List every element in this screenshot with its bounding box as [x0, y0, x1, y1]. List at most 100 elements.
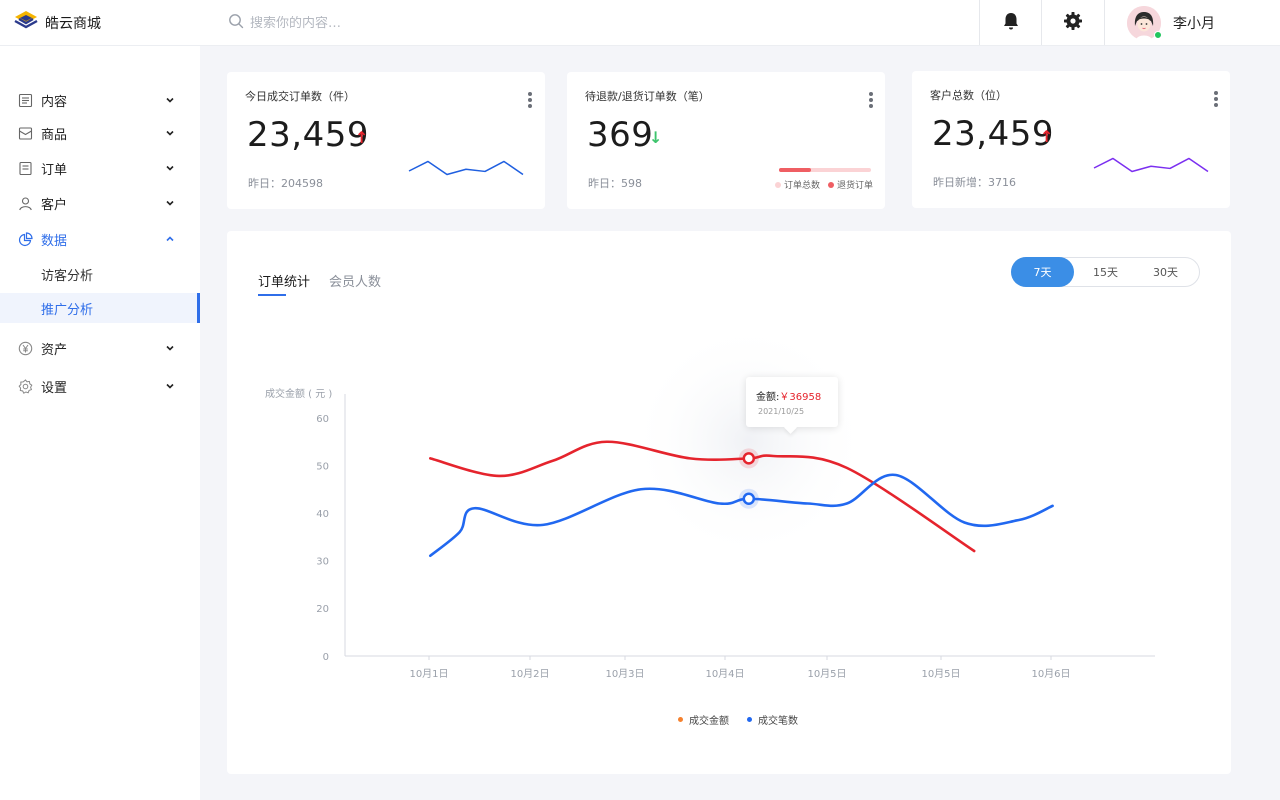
top-header: 皓云商城 搜索你的内容… 李小月: [0, 0, 1280, 46]
stat-card-refunds: 待退款/退货订单数（笔） 369 ↓ 昨日：598 订单总数 退货订单: [567, 72, 885, 209]
arrow-up-icon: ↑: [1040, 127, 1054, 146]
more-vertical-icon[interactable]: [869, 92, 873, 110]
sidebar-item-label: 商品: [41, 127, 68, 143]
chevron-down-icon: [164, 380, 176, 392]
avatar: [1127, 5, 1162, 40]
box-icon: [17, 125, 33, 141]
refund-progress-bar: [779, 168, 871, 172]
card-subtext: 昨日新增：3716: [933, 176, 1016, 189]
stat-card-customers: 客户总数（位） 23,459 ↑ 昨日新增：3716: [912, 71, 1230, 208]
card-value: 23,459: [932, 114, 1054, 154]
user-icon: [17, 195, 33, 211]
legend-item-amount: 成交金额: [678, 712, 729, 727]
sidebar-subitem-visitor-analysis[interactable]: 访客分析: [0, 259, 200, 289]
online-status-dot: [1154, 30, 1162, 39]
chart-tooltip: 金额:￥36958 2021/10/25: [746, 377, 838, 427]
sidebar-item-orders[interactable]: 订单: [0, 151, 200, 185]
chevron-down-icon: [164, 94, 176, 106]
stat-card-orders: 今日成交订单数（件） 23,459 ↑ 昨日：204598: [227, 72, 545, 209]
y-tick-label: 60: [316, 414, 329, 425]
pie-chart-icon: [17, 231, 33, 247]
y-tick-label: 40: [316, 509, 329, 520]
arrow-up-icon: ↑: [355, 128, 369, 147]
document-icon: [17, 92, 33, 108]
card-title: 今日成交订单数（件）: [245, 90, 355, 103]
legend-item-returns: 退货订单: [828, 178, 873, 191]
sidebar-subitem-promotion-analysis[interactable]: 推广分析: [0, 293, 200, 323]
app-logo[interactable]: 皓云商城: [14, 10, 101, 36]
gear-icon: [1063, 11, 1083, 35]
settings-button[interactable]: [1041, 0, 1103, 45]
x-tick-label: 10月2日: [510, 668, 549, 680]
chevron-down-icon: [164, 127, 176, 139]
card-value: 23,459: [247, 115, 369, 155]
notifications-button[interactable]: [979, 0, 1041, 45]
legend-label: 成交金额: [689, 716, 729, 727]
y-tick-label: 20: [316, 604, 329, 615]
sidebar-item-products[interactable]: 商品: [0, 116, 200, 150]
highlight-point: [742, 452, 756, 465]
y-tick-label: 30: [316, 557, 329, 568]
search-icon: [228, 13, 244, 33]
card-title: 客户总数（位）: [930, 89, 1007, 102]
x-tick-label: 10月4日: [705, 668, 744, 680]
user-name: 李小月: [1173, 15, 1215, 32]
bell-icon: [1001, 11, 1021, 35]
tooltip-value: ￥36958: [779, 392, 822, 403]
chevron-down-icon: [164, 342, 176, 354]
y-tick-label: 0: [323, 652, 329, 663]
arrow-down-icon: ↓: [649, 128, 663, 147]
chevron-down-icon: [164, 197, 176, 209]
sparkline-path: [408, 160, 524, 176]
chevron-up-icon: [164, 233, 176, 245]
x-tick-label: 10月3日: [605, 668, 644, 680]
y-tick-label: 50: [316, 462, 329, 473]
order-icon: [17, 160, 33, 176]
yen-icon: [17, 340, 33, 356]
settings-icon: [17, 378, 33, 394]
card-title: 待退款/退货订单数（笔）: [585, 90, 710, 103]
sidebar-item-assets[interactable]: 资产: [0, 331, 200, 365]
sidebar-item-label: 设置: [41, 380, 68, 396]
sparkline-chart: [1093, 157, 1209, 173]
card-value: 369: [587, 115, 654, 155]
order-stats-panel: 订单统计 会员人数 7天 15天 30天 成交金额 ( 元 ) 0 20 30 40 50…: [227, 231, 1231, 774]
sidebar-item-data[interactable]: 数据: [0, 222, 200, 256]
tooltip-label: 金额:￥36958: [756, 392, 822, 403]
sidebar-item-label: 资产: [41, 342, 68, 358]
highlight-glow: [628, 321, 869, 561]
user-menu[interactable]: 李小月: [1104, 0, 1280, 45]
highlight-point: [742, 492, 756, 505]
sidebar-item-customers[interactable]: 客户: [0, 186, 200, 220]
card-subtext: 昨日：598: [588, 177, 642, 190]
sparkline-chart: [408, 160, 524, 176]
legend-item-total: 订单总数: [775, 178, 820, 191]
card-subtext: 昨日：204598: [248, 177, 323, 190]
logo-icon: [14, 10, 38, 36]
legend-item-count: 成交笔数: [747, 712, 798, 727]
search-input[interactable]: [250, 15, 490, 31]
legend-marker: [678, 717, 683, 722]
sidebar-item-label: 订单: [41, 162, 68, 178]
x-tick-label: 10月1日: [409, 668, 448, 680]
sidebar-item-settings[interactable]: 设置: [0, 369, 200, 403]
sidebar-item-label: 内容: [41, 94, 68, 110]
x-tick-label: 10月5日: [921, 668, 960, 680]
more-vertical-icon[interactable]: [528, 92, 532, 110]
app-name: 皓云商城: [45, 16, 101, 32]
refund-legend: 订单总数 退货订单: [775, 178, 873, 191]
x-tick-label: 10月6日: [1031, 668, 1070, 680]
x-tick-label: 10月5日: [807, 668, 846, 680]
sidebar-item-label: 数据: [41, 233, 68, 249]
search-bar: [228, 13, 490, 33]
sparkline-path: [1093, 157, 1209, 173]
sidebar-item-content[interactable]: 内容: [0, 83, 200, 117]
y-axis-title: 成交金额 ( 元 ): [265, 387, 332, 400]
tooltip-date: 2021/10/25: [758, 407, 805, 416]
sidebar-item-label: 客户: [41, 197, 68, 213]
legend-label: 成交笔数: [758, 716, 798, 727]
more-vertical-icon[interactable]: [1214, 91, 1218, 109]
sidebar-subitem-label: 访客分析: [41, 268, 94, 284]
line-chart: 成交金额 ( 元 ) 0 20 30 40 50 60 10月1日 10月2日 10月3日 10月4…: [265, 321, 1155, 680]
refund-progress-fill: [779, 168, 812, 172]
